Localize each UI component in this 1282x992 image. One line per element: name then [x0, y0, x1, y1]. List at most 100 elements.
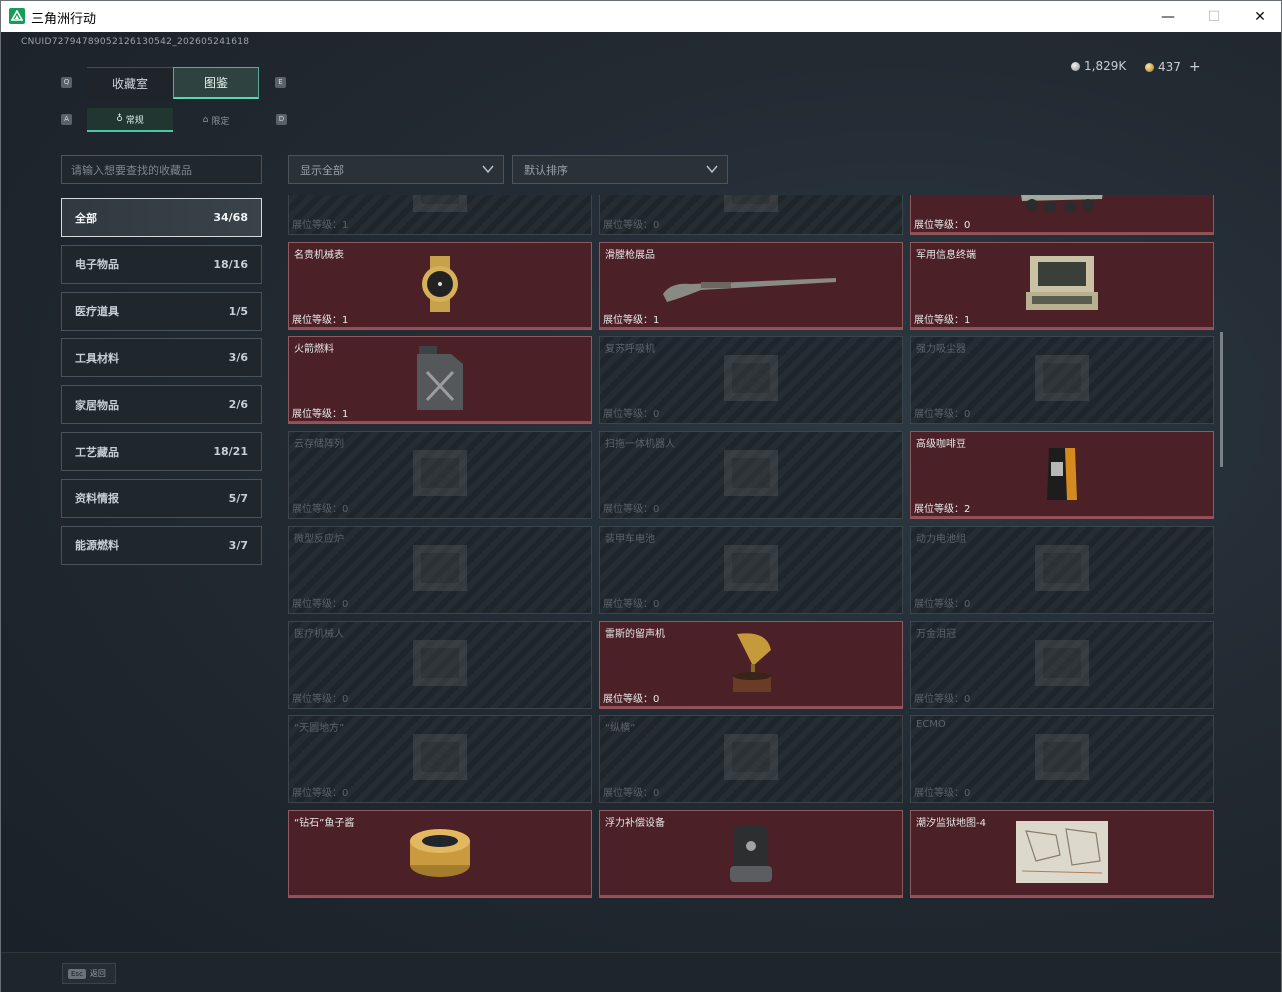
close-button[interactable]: ✕: [1237, 1, 1282, 32]
ventilator-icon: [716, 347, 786, 413]
item-level: 展位等级：1: [292, 216, 348, 231]
sort-dropdown[interactable]: 默认排序: [512, 155, 728, 184]
tab-catalog-label: 图鉴: [203, 76, 228, 90]
item-card[interactable]: 潮汐监狱地图-4: [910, 809, 1214, 898]
item-level-label: 展位等级：: [292, 314, 342, 326]
item-card[interactable]: 复苏呼吸机 展位等级：0: [599, 336, 903, 425]
item-card[interactable]: 曼德尔超算单元展位等级：1: [288, 195, 592, 235]
grid-scrollbar[interactable]: [1220, 332, 1223, 467]
coffee-bag-icon: [1045, 444, 1079, 506]
item-card[interactable]: “钻石”鱼子酱: [288, 809, 592, 898]
category-label: 家居物品: [75, 398, 119, 412]
category-label: 医疗道具: [75, 305, 119, 319]
subtab-regular[interactable]: ♁ 常规: [87, 108, 173, 132]
maximize-button[interactable]: ☐: [1191, 1, 1237, 32]
item-card[interactable]: 万金泪冠展位等级：0: [910, 620, 1214, 709]
category-item[interactable]: 家居物品 2/6: [61, 385, 262, 425]
item-name: 高级咖啡豆: [916, 439, 966, 451]
item-card[interactable]: 高级咖啡豆展位等级：2: [910, 431, 1214, 520]
item-card[interactable]: 雷斯的留声机 展位等级：0: [599, 620, 903, 709]
item-card[interactable]: 名贵机械表展位等级：1: [288, 241, 592, 330]
item-level: 展位等级：0: [603, 500, 659, 515]
item-name: 云存储阵列: [294, 439, 344, 451]
item-card[interactable]: “天圆地方” 展位等级：0: [288, 715, 592, 804]
item-level-label: 展位等级：: [603, 314, 653, 326]
regular-icon: ♁: [116, 114, 123, 124]
item-card[interactable]: 装甲车电池 展位等级：0: [599, 525, 903, 614]
item-level-value: 2: [964, 504, 971, 516]
item-level-value: 0: [342, 693, 349, 705]
category-item[interactable]: 资料情报 5/7: [61, 478, 262, 518]
item-card[interactable]: 云存储阵列 展位等级：0: [288, 431, 592, 520]
category-item[interactable]: 工艺藏品 18/21: [61, 432, 262, 471]
item-level-label: 展位等级：: [603, 409, 653, 421]
item-level-label: 展位等级：: [914, 504, 964, 516]
item-card[interactable]: 扫拖一体机器人 展位等级：0: [599, 431, 903, 520]
item-level-label: 展位等级：: [603, 788, 653, 800]
currency-silver-value: 1,829K: [1084, 59, 1127, 73]
item-card[interactable]: 动力电池组 展位等级：0: [910, 525, 1214, 614]
battery-pack-icon: [1027, 537, 1097, 603]
item-name: 扫拖一体机器人: [605, 439, 675, 451]
item-card[interactable]: 军用信息终端 展位等级：1: [910, 241, 1214, 330]
item-card[interactable]: 火箭燃料 展位等级：1: [288, 336, 592, 425]
item-card[interactable]: 医疗机械人展位等级：0: [288, 620, 592, 709]
search-input[interactable]: 请输入想要查找的收藏品: [61, 155, 262, 184]
add-currency-button[interactable]: +: [1189, 59, 1201, 75]
item-card[interactable]: 强力吸尘器 展位等级：0: [910, 336, 1214, 425]
maximize-icon: ☐: [1207, 8, 1221, 25]
category-item[interactable]: 电子物品 18/16: [61, 244, 262, 284]
item-level-value: 0: [964, 598, 971, 610]
category-count: 18/16: [213, 257, 248, 271]
item-level-value: 0: [964, 220, 971, 231]
subtab-limited[interactable]: ⌂ 限定: [173, 108, 259, 132]
category-item[interactable]: 工具材料 3/6: [61, 338, 262, 378]
item-level: 展位等级：0: [914, 690, 970, 705]
gold-coin-icon: [1145, 62, 1154, 72]
map-icon: [1016, 820, 1108, 887]
bcd-icon: [726, 820, 776, 888]
item-level: 展位等级：1: [914, 311, 970, 326]
item-level: 展位等级：0: [603, 595, 659, 610]
filter-dropdown[interactable]: 显示全部: [288, 155, 504, 184]
item-name: 雷斯的留声机: [605, 628, 665, 640]
tab-catalog[interactable]: 图鉴: [173, 67, 259, 99]
supercomputer-icon: [405, 195, 475, 224]
close-icon: ✕: [1254, 8, 1266, 25]
category-item[interactable]: 医疗道具 1/5: [61, 291, 262, 331]
item-level: 展位等级：0: [292, 690, 348, 705]
item-name: 火箭燃料: [294, 344, 334, 356]
item-card[interactable]: 浮力补偿设备: [599, 809, 903, 898]
item-name: 名贵机械表: [294, 249, 344, 261]
category-item[interactable]: 能源燃料 3/7: [61, 525, 262, 565]
esc-key-label: Esc: [68, 968, 86, 979]
key-hint-e: E: [275, 77, 286, 88]
category-count: 2/6: [228, 398, 248, 412]
item-name: 万金泪冠: [916, 628, 956, 640]
category-count: 1/5: [228, 304, 248, 318]
item-card[interactable]: 步战车模型展位等级：0: [910, 195, 1214, 235]
back-button[interactable]: Esc 返回: [62, 963, 116, 984]
item-card[interactable]: 微型反应炉 展位等级：0: [288, 525, 592, 614]
footer-bar: Esc 返回: [1, 952, 1281, 992]
tab-collection-room[interactable]: 收藏室: [87, 67, 173, 99]
item-level-value: 1: [964, 314, 971, 326]
minimize-icon: —: [1161, 8, 1175, 25]
item-level-label: 展位等级：: [292, 598, 342, 610]
minimize-button[interactable]: —: [1145, 1, 1191, 32]
category-item[interactable]: 全部 34/68: [61, 198, 262, 237]
sort-dropdown-value: 默认排序: [524, 163, 568, 177]
item-level: 展位等级：2: [914, 500, 970, 515]
item-level: 展位等级：0: [603, 784, 659, 799]
medical-robot-icon: [405, 632, 475, 698]
silver-coin-icon: [1071, 61, 1080, 71]
item-level: 展位等级：0: [914, 595, 970, 610]
item-card[interactable]: 滑膛枪展品 展位等级：1: [599, 241, 903, 330]
item-name: 医疗机械人: [294, 628, 344, 640]
item-level: 展位等级：1: [292, 311, 348, 326]
item-card[interactable]: “纵横” 展位等级：0: [599, 715, 903, 804]
item-card[interactable]: 自动体外除颤器展位等级：0: [599, 195, 903, 235]
item-level-value: 1: [342, 314, 349, 326]
item-card[interactable]: ECMO 展位等级：0: [910, 715, 1214, 804]
tab-collection-room-label: 收藏室: [111, 77, 148, 91]
